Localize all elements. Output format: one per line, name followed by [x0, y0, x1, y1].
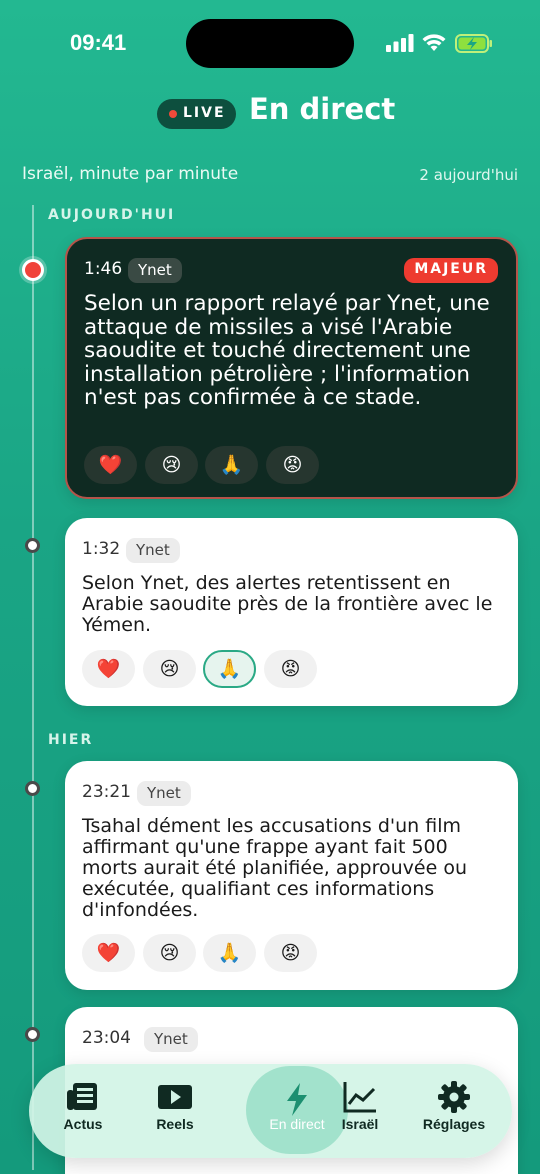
dynamic-island [186, 19, 354, 68]
card-time: 23:21 [82, 782, 131, 802]
feed-subtitle: Israël, minute par minute [22, 164, 239, 184]
heart-emoji-icon: ❤️ [98, 454, 123, 476]
crying-emoji-icon: 😢 [159, 658, 180, 680]
tab-label: Actus [63, 1116, 103, 1132]
card-time: 23:04 [82, 1028, 131, 1048]
card-text: Selon un rapport relayé par Ynet, une at… [84, 291, 490, 410]
timeline-dot [25, 1027, 40, 1042]
angry-emoji-icon: 😡 [280, 942, 301, 964]
praying-hands-icon: 🙏 [217, 942, 242, 964]
heart-emoji-icon: ❤️ [96, 658, 121, 680]
live-dot-icon [169, 110, 177, 118]
section-yesterday-label: HIER [48, 732, 94, 748]
bottom-tab-bar: Actus Reels En direct Israël Réglages [29, 1064, 512, 1158]
battery-charging-icon [455, 34, 492, 53]
tab-actus[interactable]: Actus [35, 1064, 131, 1158]
crying-emoji-icon: 😢 [159, 942, 180, 964]
card-time: 1:32 [82, 539, 121, 559]
news-card[interactable]: 1:32 Ynet Selon Ynet, des alertes retent… [65, 518, 518, 706]
praying-hands-icon: 🙏 [217, 658, 242, 680]
reaction-crying-button[interactable]: 😢 [145, 446, 198, 484]
reaction-heart-button[interactable]: ❤️ [82, 934, 135, 972]
timeline-dot-major [22, 259, 44, 281]
reaction-crying-button[interactable]: 😢 [143, 934, 196, 972]
gear-icon [438, 1081, 470, 1113]
today-count: 2 aujourd'hui [419, 166, 518, 184]
source-tag[interactable]: Ynet [144, 1027, 198, 1052]
status-time: 09:41 [70, 30, 127, 55]
reaction-angry-button[interactable]: 😡 [264, 650, 317, 688]
tab-reels[interactable]: Reels [127, 1064, 223, 1158]
wifi-icon [422, 34, 446, 51]
tab-reglages[interactable]: Réglages [406, 1064, 502, 1158]
source-tag[interactable]: Ynet [128, 258, 182, 283]
card-text: Selon Ynet, des alertes retentissent en … [82, 572, 493, 636]
tab-israel[interactable]: Israël [312, 1064, 408, 1158]
reaction-angry-button[interactable]: 😡 [264, 934, 317, 972]
status-bar: 09:41 [0, 0, 540, 90]
tab-label: Réglages [422, 1116, 486, 1132]
tab-label: Reels [156, 1116, 194, 1132]
reaction-angry-button[interactable]: 😡 [266, 446, 319, 484]
page-header: LIVE En direct [0, 92, 540, 136]
card-time: 1:46 [84, 259, 123, 279]
play-icon [158, 1085, 192, 1109]
heart-emoji-icon: ❤️ [96, 942, 121, 964]
tab-label: Israël [341, 1116, 379, 1132]
source-tag[interactable]: Ynet [126, 538, 180, 563]
reaction-crying-button[interactable]: 😢 [143, 650, 196, 688]
page-title: En direct [249, 92, 396, 126]
chart-icon [343, 1082, 376, 1113]
lightning-icon [287, 1083, 307, 1116]
cellular-signal-icon [386, 34, 414, 52]
reaction-pray-button[interactable]: 🙏 [203, 650, 256, 688]
source-tag[interactable]: Ynet [137, 781, 191, 806]
reaction-heart-button[interactable]: ❤️ [84, 446, 137, 484]
reaction-heart-button[interactable]: ❤️ [82, 650, 135, 688]
angry-emoji-icon: 😡 [282, 454, 303, 476]
card-text: Tsahal dément les accusations d'un film … [82, 815, 467, 921]
newspaper-icon [67, 1083, 97, 1110]
reaction-pray-button[interactable]: 🙏 [203, 934, 256, 972]
timeline-dot [25, 538, 40, 553]
angry-emoji-icon: 😡 [280, 658, 301, 680]
praying-hands-icon: 🙏 [219, 454, 244, 476]
timeline-dot [25, 781, 40, 796]
major-badge: MAJEUR [404, 258, 498, 283]
crying-emoji-icon: 😢 [161, 454, 182, 476]
news-card-major[interactable]: 1:46 Ynet MAJEUR Selon un rapport relayé… [65, 237, 518, 499]
timeline-line [32, 205, 34, 1170]
section-today-label: AUJOURD'HUI [48, 207, 176, 223]
live-label: LIVE [183, 105, 226, 121]
news-card[interactable]: 23:21 Ynet Tsahal dément les accusations… [65, 761, 518, 990]
reaction-pray-button[interactable]: 🙏 [205, 446, 258, 484]
live-badge: LIVE [157, 99, 236, 129]
